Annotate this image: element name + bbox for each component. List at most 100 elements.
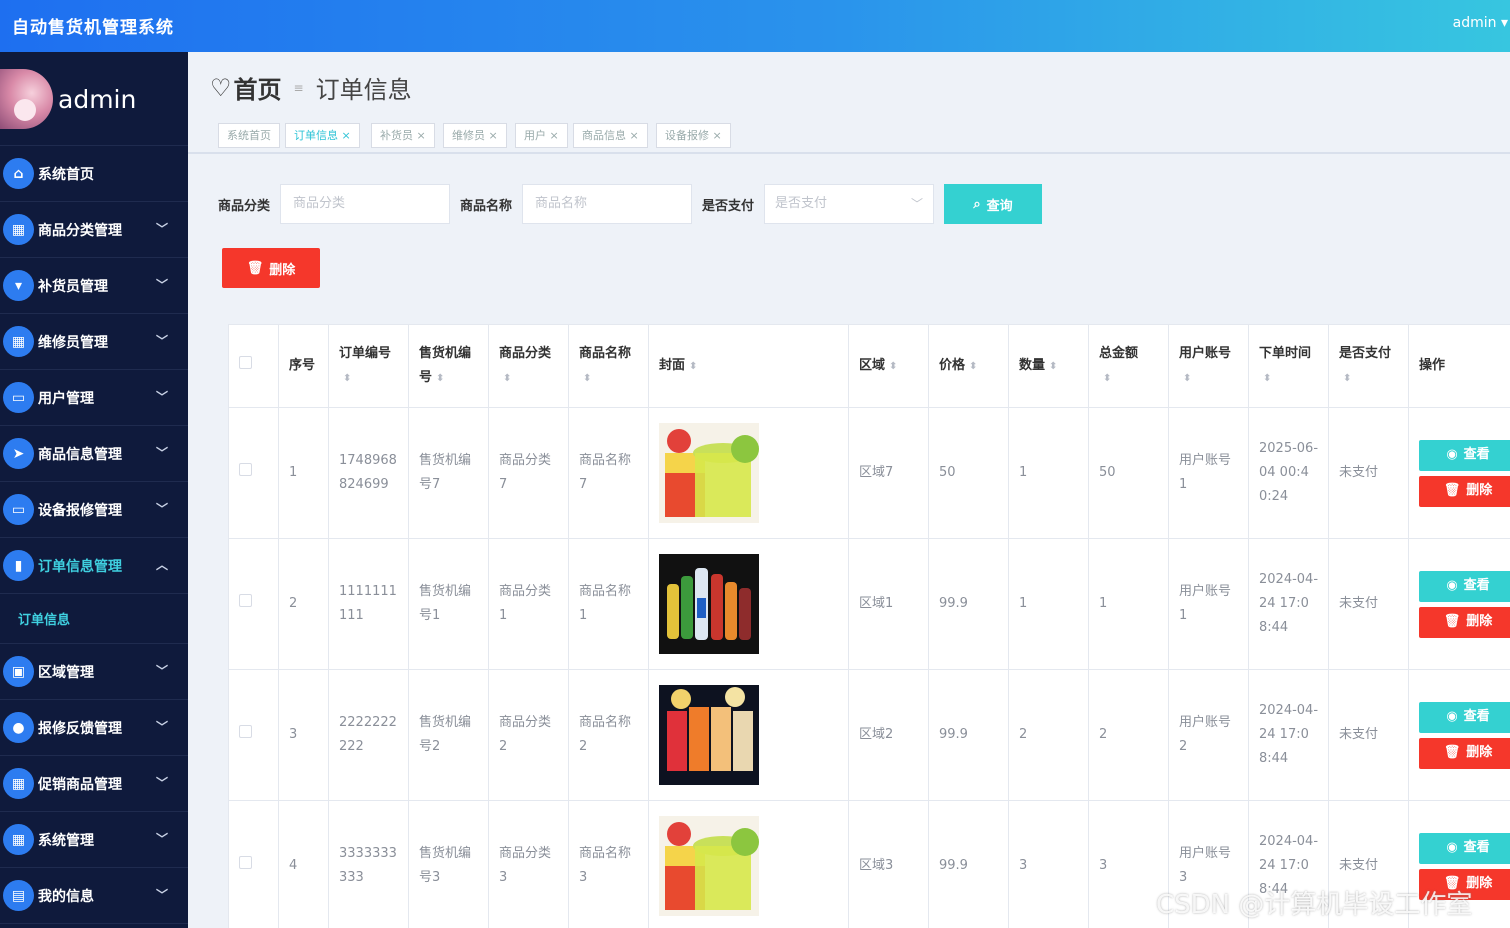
submenu-order-info[interactable]: 订单信息: [0, 594, 188, 644]
col-paid[interactable]: 是否支付 ⬍: [1328, 324, 1409, 408]
sidebar-item-12[interactable]: ▤ 我的信息 ﹀: [0, 868, 188, 924]
batch-delete-button[interactable]: 🗑 删除: [222, 248, 320, 288]
name-input[interactable]: 商品名称: [522, 184, 693, 224]
view-button[interactable]: ◉ 查看: [1419, 439, 1510, 471]
monitor-icon: ▭: [3, 494, 34, 525]
checkbox[interactable]: [239, 856, 252, 869]
sidebar-item-10[interactable]: ▦ 促销商品管理 ﹀: [0, 756, 188, 812]
query-button[interactable]: ⌕ 查询: [944, 184, 1043, 224]
view-button[interactable]: ◉ 查看: [1419, 570, 1510, 602]
sort-icon[interactable]: ⬍: [889, 362, 897, 372]
breadcrumb: ♡ 首页 ≡ 订单信息: [210, 70, 412, 105]
query-button-label: 查询: [986, 198, 1013, 214]
sort-icon[interactable]: ⬍: [343, 374, 351, 384]
cell-order_no: 3333333333: [328, 800, 409, 928]
cell-account: 用户账号1: [1168, 407, 1249, 539]
breadcrumb-separator: ≡: [293, 80, 304, 95]
chevron-down-icon: ﹀: [155, 222, 168, 236]
view-button[interactable]: ◉ 查看: [1419, 701, 1510, 733]
cell-area: 区域7: [848, 407, 929, 539]
col-order-no[interactable]: 订单编号 ⬍: [328, 324, 409, 408]
sort-icon[interactable]: ⬍: [1343, 374, 1351, 384]
col-name[interactable]: 商品名称 ⬍: [568, 324, 649, 408]
cell-machine: 售货机编号3: [408, 800, 489, 928]
col-total[interactable]: 总金额 ⬍: [1088, 324, 1169, 408]
checkbox[interactable]: [239, 463, 252, 476]
sort-icon[interactable]: ⬍: [689, 362, 697, 372]
sidebar-item-8[interactable]: ▣ 区域管理 ﹀: [0, 644, 188, 700]
tag-user[interactable]: 用户 ×: [515, 123, 568, 148]
row-checkbox-cell[interactable]: [228, 407, 279, 539]
col-qty[interactable]: 数量 ⬍: [1008, 324, 1089, 408]
search-form: 商品分类 商品分类 商品名称 商品名称 是否支付 是否支付 ﹀ ⌕ 查询: [218, 184, 1043, 224]
eye-icon: ◉: [1446, 840, 1458, 855]
sidebar-item-2[interactable]: ▾ 补货员管理 ﹀: [0, 258, 188, 314]
chevron-down-icon: ﹀: [155, 832, 168, 846]
col-area[interactable]: 区域 ⬍: [848, 324, 929, 408]
delete-button[interactable]: 🗑 删除: [1419, 737, 1510, 769]
sidebar-item-4[interactable]: ▭ 用户管理 ﹀: [0, 370, 188, 426]
chevron-down-icon: ﹀: [155, 502, 168, 516]
checkbox[interactable]: [239, 594, 252, 607]
chevron-down-icon: ﹀: [155, 664, 168, 678]
sidebar-item-3[interactable]: ▦ 维修员管理 ﹀: [0, 314, 188, 370]
view-button[interactable]: ◉ 查看: [1419, 832, 1510, 864]
col-machine-no[interactable]: 售货机编号 ⬍: [408, 324, 489, 408]
cell-time: 2025-06-04 00:40:24: [1248, 407, 1329, 539]
col-price[interactable]: 价格 ⬍: [928, 324, 1009, 408]
col-account[interactable]: 用户账号 ⬍: [1168, 324, 1249, 408]
sidebar-item-0[interactable]: ⌂ 系统首页: [0, 146, 188, 202]
user-menu[interactable]: admin ▾: [1453, 15, 1508, 31]
tag-goods-info[interactable]: 商品信息 ×: [573, 123, 648, 148]
tag-repair[interactable]: 设备报修 ×: [656, 123, 731, 148]
col-category[interactable]: 商品分类 ⬍: [488, 324, 569, 408]
sidebar-item-1[interactable]: ▦ 商品分类管理 ﹀: [0, 202, 188, 258]
cell-qty: 3: [1008, 800, 1089, 928]
cell-price: 99.9: [928, 800, 1009, 928]
chevron-down-icon: ﹀: [155, 888, 168, 902]
col-cover[interactable]: 封面 ⬍: [648, 324, 849, 408]
cell-total: 1: [1088, 538, 1169, 670]
row-checkbox-cell[interactable]: [228, 800, 279, 928]
cell-total: 50: [1088, 407, 1169, 539]
briefcase-icon: ▣: [3, 656, 34, 687]
sort-icon[interactable]: ⬍: [436, 374, 444, 384]
checkbox[interactable]: [239, 725, 252, 738]
row-checkbox-cell[interactable]: [228, 538, 279, 670]
cover-image: [648, 407, 849, 539]
delete-button[interactable]: 🗑 删除: [1419, 475, 1510, 507]
sort-icon[interactable]: ⬍: [1049, 362, 1057, 372]
sort-icon[interactable]: ⬍: [1263, 374, 1271, 384]
sort-icon[interactable]: ⬍: [1103, 374, 1111, 384]
sort-icon[interactable]: ⬍: [583, 374, 591, 384]
delete-button[interactable]: 🗑 删除: [1419, 606, 1510, 638]
sidebar-item-7[interactable]: ▮ 订单信息管理 ︿: [0, 538, 188, 594]
row-checkbox-cell[interactable]: [228, 669, 279, 801]
sort-icon[interactable]: ⬍: [503, 374, 511, 384]
sidebar-item-9[interactable]: ● 报修反馈管理 ﹀: [0, 700, 188, 756]
paid-select[interactable]: 是否支付 ﹀: [764, 184, 935, 224]
grid-icon: ▦: [3, 214, 34, 245]
grid-icon: ▦: [3, 768, 34, 799]
sidebar-item-label: 订单信息管理: [38, 558, 122, 575]
sidebar-item-11[interactable]: ▦ 系统管理 ﹀: [0, 812, 188, 868]
tag-order-info[interactable]: 订单信息 ×: [285, 123, 360, 148]
header-select-all[interactable]: [228, 324, 279, 408]
sidebar-item-label: 系统首页: [38, 166, 94, 183]
col-time[interactable]: 下单时间 ⬍: [1248, 324, 1329, 408]
cover-image: [648, 800, 849, 928]
checkbox[interactable]: [239, 356, 252, 369]
cell-total: 2: [1088, 669, 1169, 801]
breadcrumb-home[interactable]: 首页: [234, 70, 282, 105]
sidebar-item-6[interactable]: ▭ 设备报修管理 ﹀: [0, 482, 188, 538]
cell-area: 区域1: [848, 538, 929, 670]
sort-icon[interactable]: ⬍: [1183, 374, 1191, 384]
tag-repairman[interactable]: 维修员 ×: [443, 123, 507, 148]
sidebar-item-5[interactable]: ➤ 商品信息管理 ﹀: [0, 426, 188, 482]
breadcrumb-current: 订单信息: [315, 76, 412, 104]
tag-home[interactable]: 系统首页: [218, 123, 280, 148]
tag-restocker[interactable]: 补货员 ×: [371, 123, 435, 148]
sort-icon[interactable]: ⬍: [969, 362, 977, 372]
category-input[interactable]: 商品分类: [280, 184, 451, 224]
avatar: [0, 69, 53, 129]
